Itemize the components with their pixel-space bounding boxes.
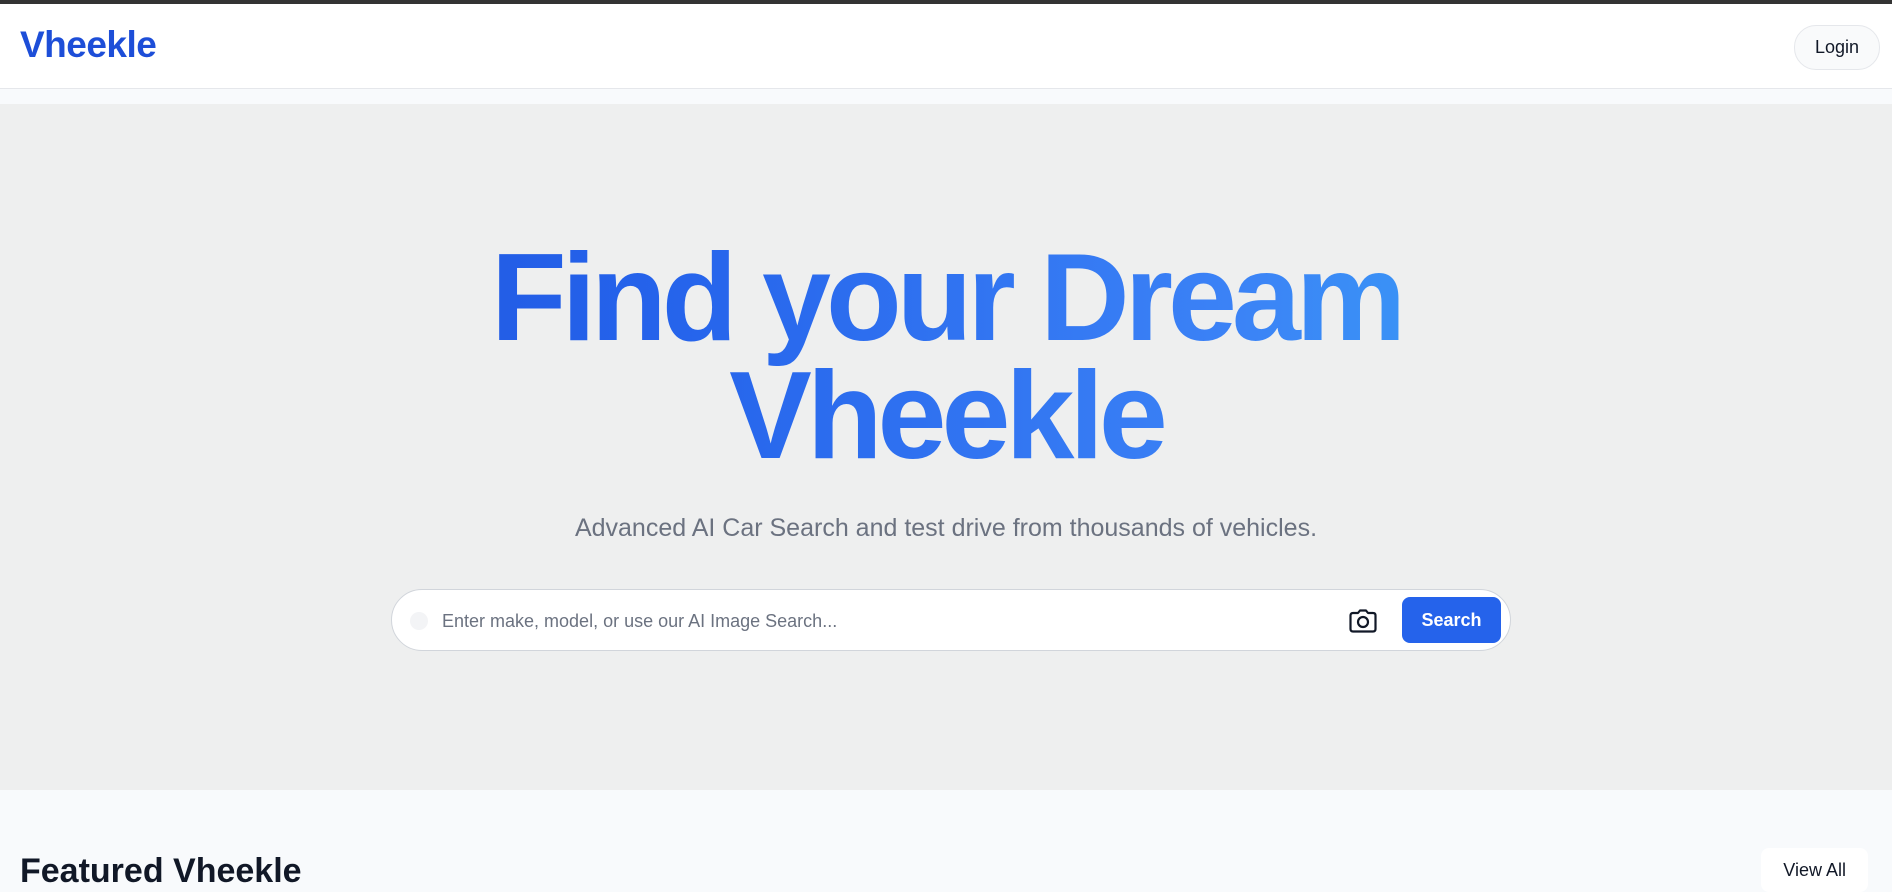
login-button[interactable]: Login — [1794, 25, 1880, 70]
search-indicator-icon — [410, 612, 428, 630]
featured-section-title: Featured Vheekle — [20, 852, 302, 890]
image-search-button[interactable] — [1340, 598, 1386, 644]
site-header: Vheekle Login — [0, 4, 1892, 89]
hero-section: Find your Dream Vheekle Advanced AI Car … — [0, 104, 1892, 790]
search-input[interactable] — [440, 602, 1304, 640]
search-button[interactable]: Search — [1402, 597, 1501, 643]
hero-subtitle: Advanced AI Car Search and test drive fr… — [574, 514, 1318, 542]
hero-title-line-2: Vheekle — [729, 347, 1163, 485]
camera-icon — [1349, 609, 1377, 633]
site-logo[interactable]: Vheekle — [20, 24, 157, 66]
view-all-button[interactable]: View All — [1761, 848, 1868, 892]
hero-title: Find your Dream Vheekle — [0, 239, 1892, 475]
search-bar: Search — [391, 589, 1511, 651]
view-all-label: View All — [1783, 859, 1846, 880]
